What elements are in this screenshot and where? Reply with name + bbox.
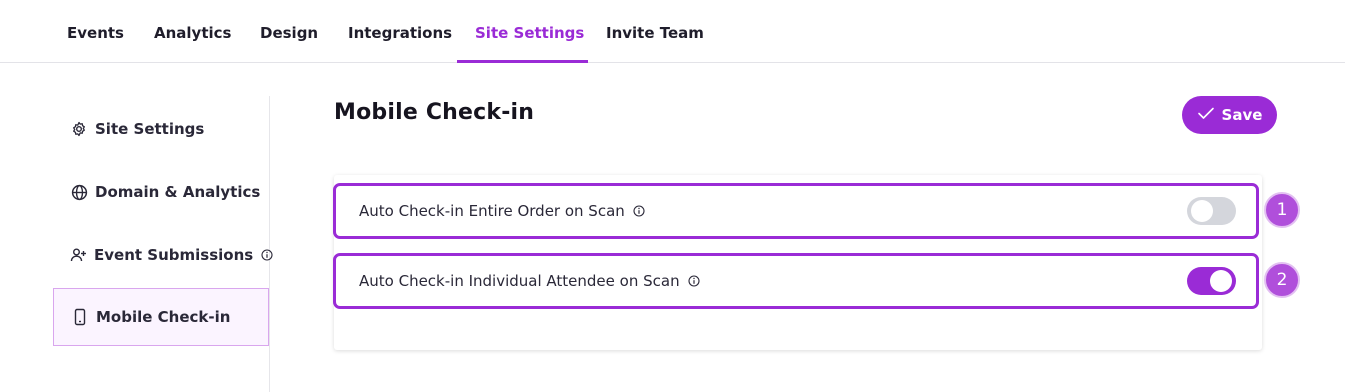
sidebar-item-label: Domain & Analytics — [95, 183, 261, 201]
sidebar-item-event-submissions[interactable]: Event Submissions — [53, 226, 273, 284]
sidebar-item-label: Event Submissions — [94, 246, 254, 264]
tab-design[interactable]: Design — [260, 0, 318, 63]
check-icon — [1197, 106, 1215, 124]
tab-analytics[interactable]: Analytics — [154, 0, 231, 63]
toggle-knob — [1191, 200, 1213, 222]
tab-events[interactable]: Events — [67, 0, 124, 63]
info-icon[interactable] — [261, 249, 273, 261]
step-badge: 2 — [1264, 262, 1300, 298]
entire-order-toggle[interactable] — [1187, 197, 1236, 225]
info-icon[interactable] — [688, 275, 700, 287]
sidebar-item-domain-analytics[interactable]: Domain & Analytics — [53, 163, 269, 221]
toggle-knob — [1210, 270, 1232, 292]
active-tab-indicator — [457, 60, 588, 63]
top-nav: Events Analytics Design Integrations Sit… — [0, 0, 1345, 63]
tab-invite-team[interactable]: Invite Team — [606, 0, 704, 63]
step-badge: 1 — [1264, 192, 1300, 228]
user-plus-icon — [70, 246, 87, 264]
setting-row-individual-attendee: Auto Check-in Individual Attendee on Sca… — [333, 253, 1259, 309]
sidebar: Site Settings Domain & Analytics Event S… — [53, 96, 273, 392]
save-button[interactable]: Save — [1182, 96, 1277, 134]
gear-icon — [70, 120, 88, 138]
sidebar-item-label: Site Settings — [95, 120, 205, 138]
globe-icon — [70, 183, 88, 201]
sidebar-item-label: Mobile Check-in — [96, 308, 231, 326]
individual-attendee-toggle[interactable] — [1187, 267, 1236, 295]
save-button-label: Save — [1221, 106, 1263, 124]
setting-row-entire-order: Auto Check-in Entire Order on Scan — [333, 183, 1259, 239]
phone-icon — [71, 308, 89, 326]
setting-label: Auto Check-in Individual Attendee on Sca… — [359, 272, 680, 290]
sidebar-item-site-settings[interactable]: Site Settings — [53, 100, 269, 158]
setting-label: Auto Check-in Entire Order on Scan — [359, 202, 625, 220]
page-title: Mobile Check-in — [334, 100, 535, 125]
tab-integrations[interactable]: Integrations — [348, 0, 452, 63]
info-icon[interactable] — [633, 205, 645, 217]
tab-site-settings[interactable]: Site Settings — [475, 0, 584, 63]
sidebar-item-mobile-check-in[interactable]: Mobile Check-in — [53, 288, 269, 346]
